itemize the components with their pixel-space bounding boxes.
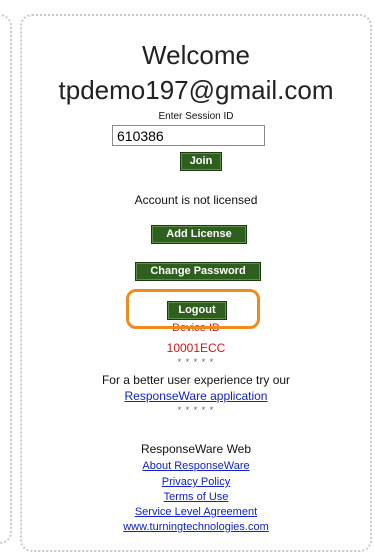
device-id-value: 10001ECC (166, 341, 226, 355)
session-id-input[interactable] (112, 125, 265, 146)
footer-title: ResponseWare Web (140, 442, 252, 456)
add-license-button[interactable]: Add License (151, 225, 247, 244)
join-button[interactable]: Join (180, 152, 222, 171)
user-email: tpdemo197@gmail.com (58, 75, 334, 105)
welcome-heading: Welcome (142, 40, 250, 70)
promo-text: For a better user experience try our (101, 373, 291, 387)
logout-button[interactable]: Logout (167, 301, 227, 320)
footer-link-container: Terms of Use (20, 491, 372, 504)
privacy-policy-link[interactable]: Privacy Policy (162, 476, 230, 488)
change-password-button[interactable]: Change Password (135, 262, 261, 281)
footer-link-container: www.turningtechnologies.com (20, 521, 372, 534)
turningtechnologies-link[interactable]: www.turningtechnologies.com (123, 521, 269, 533)
service-level-agreement-link[interactable]: Service Level Agreement (135, 506, 257, 518)
session-id-label: Enter Session ID (158, 111, 234, 122)
license-status: Account is not licensed (134, 193, 258, 207)
left-panel (0, 14, 12, 544)
responseware-app-link[interactable]: ResponseWare application (125, 389, 268, 403)
footer-link-container: About ResponseWare (20, 460, 372, 473)
about-link[interactable]: About ResponseWare (142, 460, 249, 472)
responseware-app-link-container: ResponseWare application (20, 389, 372, 403)
footer-link-container: Service Level Agreement (20, 506, 372, 519)
stars-divider-top: * * * * * (177, 357, 215, 367)
footer-link-container: Privacy Policy (20, 476, 372, 489)
terms-of-use-link[interactable]: Terms of Use (164, 491, 229, 503)
stars-divider-bottom: * * * * * (177, 405, 215, 415)
